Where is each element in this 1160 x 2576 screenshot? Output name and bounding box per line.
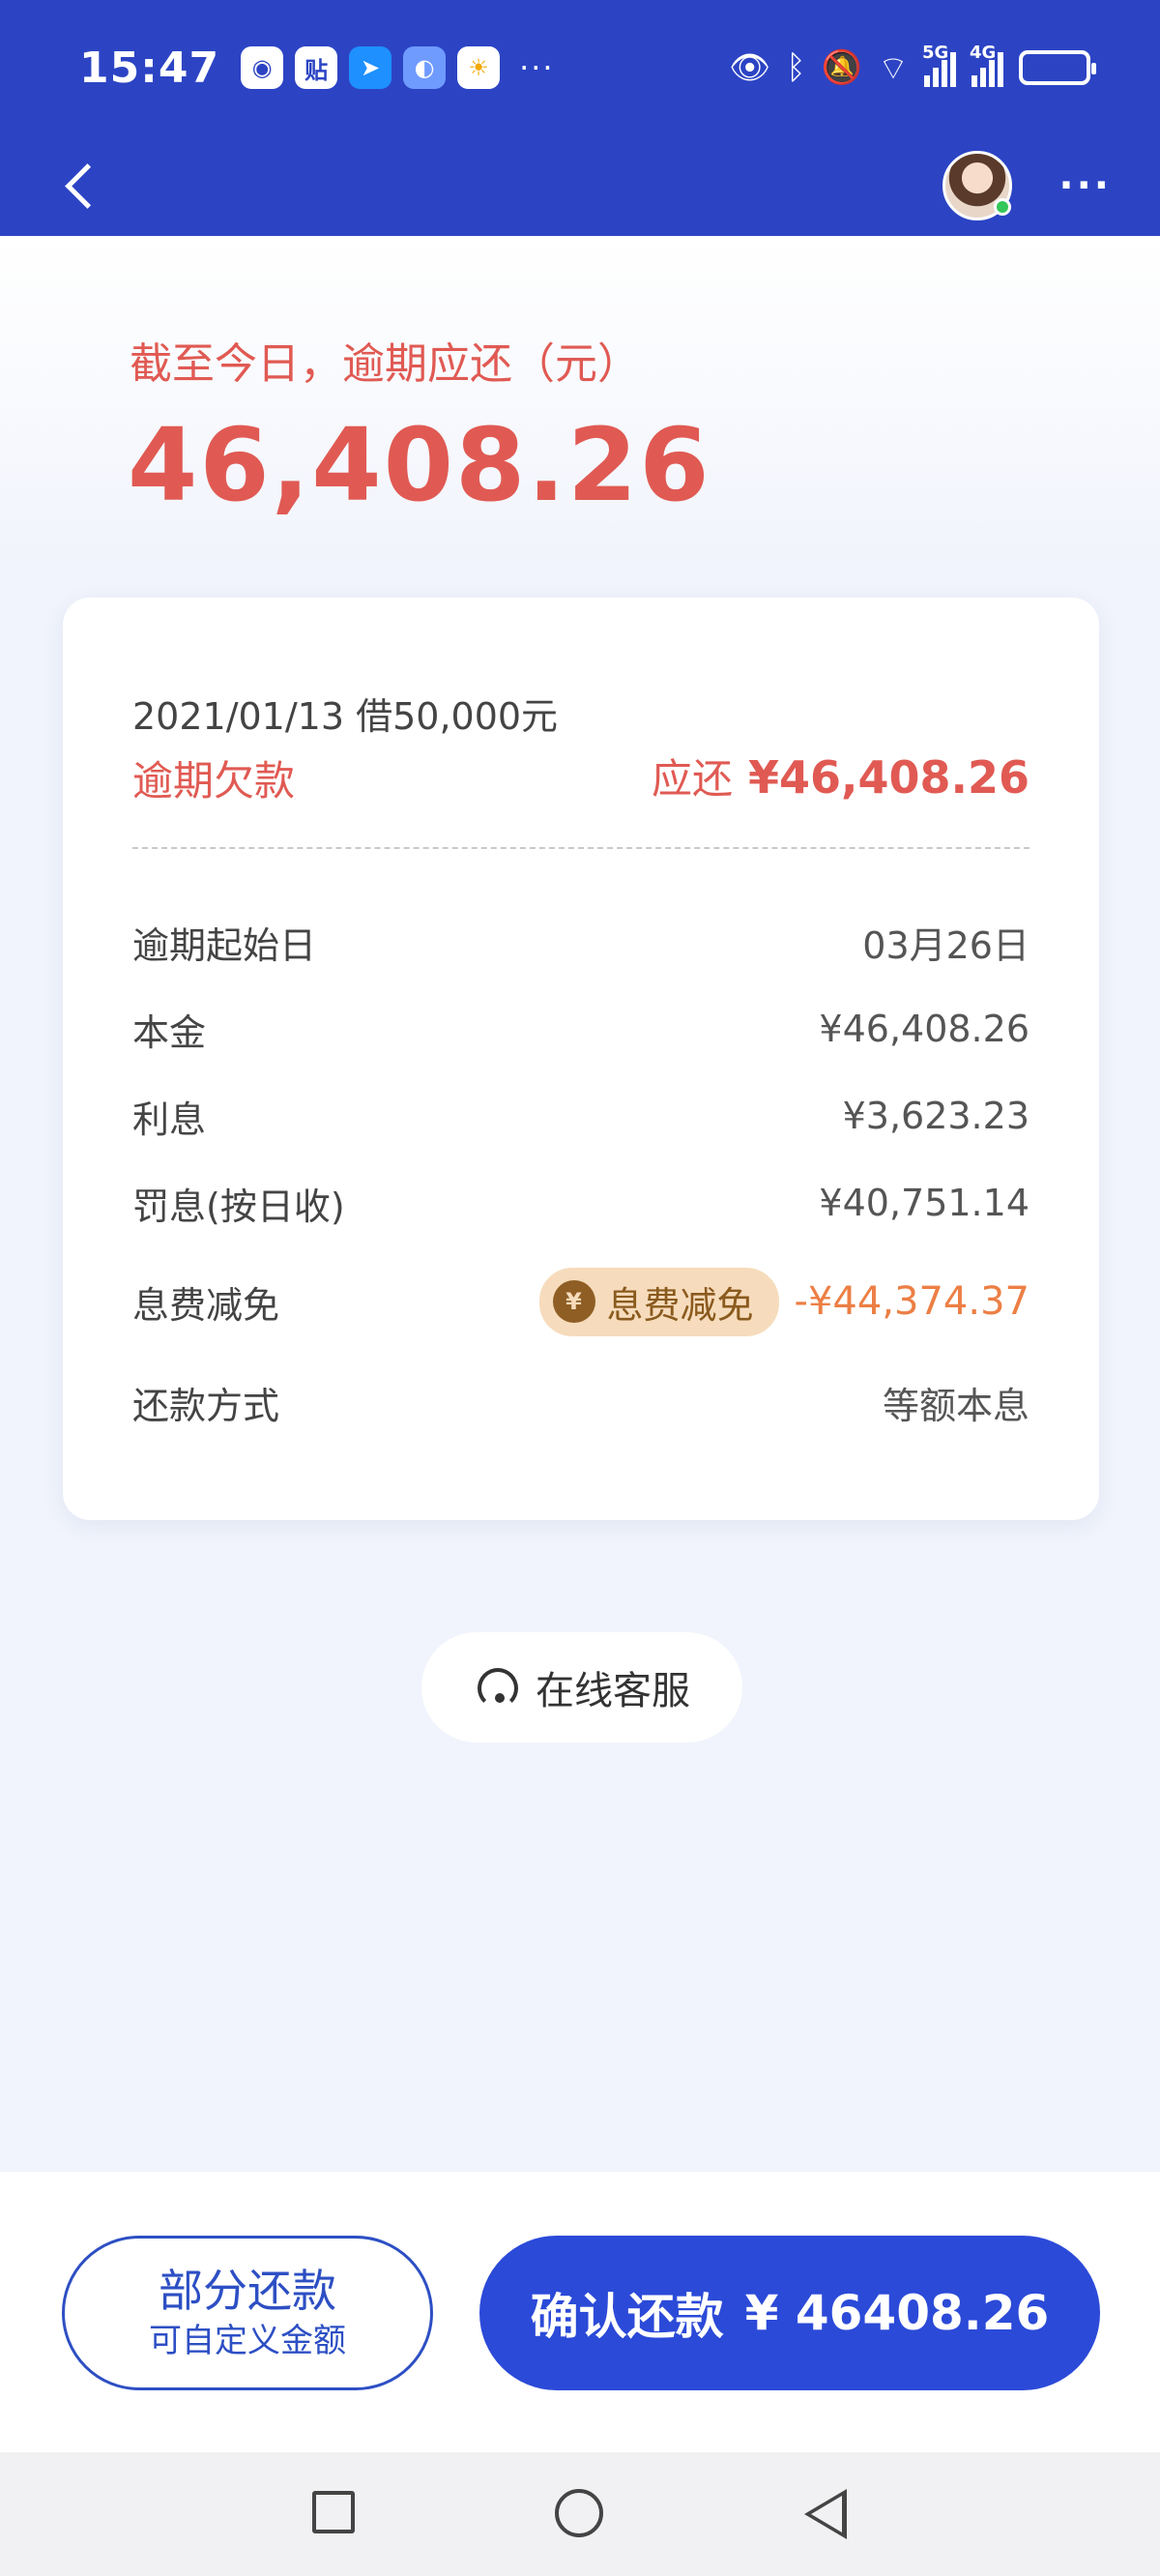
due-label: 应还 (651, 755, 733, 803)
partial-repay-subtitle: 可自定义金额 (149, 2322, 346, 2360)
detail-row-interest: 利息 ¥3,623.23 (132, 1087, 1030, 1145)
bluetooth-icon: ᛒ (786, 48, 806, 87)
feishu-icon: ➤ (349, 46, 392, 89)
detail-value: ¥46,408.26 (819, 1008, 1030, 1050)
notification-app-icons: ◉ 贴 ➤ ◐ ☀ ··· (241, 46, 555, 89)
avatar[interactable] (942, 151, 1013, 220)
detail-label: 利息 (132, 1098, 207, 1141)
confirm-repay-label: 确认还款 (530, 2289, 724, 2345)
confirm-repay-button[interactable]: 确认还款 ¥ 46408.26 (479, 2236, 1100, 2390)
headset-icon (474, 1664, 520, 1711)
battery-icon (1019, 50, 1096, 85)
detail-row-principal: 本金 ¥46,408.26 (132, 1000, 1030, 1058)
more-menu-button[interactable]: ··· (1058, 166, 1112, 205)
status-bar: 15:47 ◉ 贴 ➤ ◐ ☀ ··· 👁 ᛒ 🔕 ⌔ 5G 4G (0, 0, 1160, 135)
wifi-icon: ⌔ (878, 48, 909, 88)
loan-status-label: 逾期欠款 (132, 757, 296, 805)
signal-4g-icon: 4G (970, 43, 1003, 87)
eye-icon: 👁 (729, 48, 771, 87)
home-button[interactable] (555, 2489, 603, 2537)
recent-apps-button[interactable] (312, 2491, 355, 2533)
detail-row-discount: 息费减免 ¥ 息费减免 -¥44,374.37 (132, 1267, 1030, 1336)
due-amount: ¥46,408.26 (747, 751, 1030, 804)
back-button[interactable] (58, 159, 112, 213)
partial-repay-title: 部分还款 (159, 2265, 336, 2317)
detail-row-repay-method: 还款方式 等额本息 (132, 1373, 1030, 1431)
online-status-dot (994, 198, 1012, 216)
confirm-repay-amount: ¥ 46408.26 (744, 2285, 1050, 2341)
discount-coin-icon: ¥ (552, 1280, 595, 1323)
overdue-summary: 截至今日，逾期应还（元） 46,408.26 (0, 236, 1160, 565)
detail-value: ¥3,623.23 (842, 1095, 1030, 1137)
more-notifications-icon: ··· (519, 49, 555, 86)
detail-label: 本金 (132, 1010, 207, 1054)
overdue-summary-label: 截至今日，逾期应还（元） (130, 339, 640, 389)
detail-value: 03月26日 (862, 923, 1030, 967)
detail-label: 息费减免 (132, 1283, 280, 1327)
detail-value: ¥40,751.14 (819, 1182, 1030, 1224)
partial-repay-button[interactable]: 部分还款 可自定义金额 (62, 2236, 433, 2390)
tieba-icon: 贴 (295, 46, 338, 89)
signal-5g-icon: 5G (922, 43, 956, 87)
bottom-action-bar: 部分还款 可自定义金额 确认还款 ¥ 46408.26 (0, 2172, 1160, 2452)
detail-row-penalty: 罚息(按日收) ¥40,751.14 (132, 1174, 1030, 1232)
discount-value: -¥44,374.37 (794, 1279, 1030, 1324)
detail-label: 还款方式 (132, 1384, 280, 1427)
system-back-button[interactable] (804, 2489, 847, 2539)
weather-icon: ☀ (457, 46, 501, 89)
online-service-label: 在线客服 (536, 1669, 690, 1713)
online-service-button[interactable]: 在线客服 (421, 1632, 742, 1742)
nav-bar: ··· (0, 135, 1160, 236)
browser-icon: ◐ (403, 46, 447, 89)
app-icon-1: ◉ (241, 46, 284, 89)
detail-label: 逾期起始日 (132, 923, 317, 967)
overdue-summary-amount: 46,408.26 (128, 406, 711, 524)
loan-date-line: 2021/01/13 借50,000元 (132, 695, 559, 738)
detail-row-overdue-start: 逾期起始日 03月26日 (132, 913, 1030, 971)
status-time: 15:47 (79, 43, 220, 93)
app-header: 15:47 ◉ 贴 ➤ ◐ ☀ ··· 👁 ᛒ 🔕 ⌔ 5G 4G ··· (0, 0, 1160, 236)
loan-detail-card: 2021/01/13 借50,000元 逾期欠款 应还 ¥46,408.26 逾… (63, 598, 1099, 1520)
mute-bell-icon: 🔕 (821, 48, 863, 87)
detail-value: 等额本息 (882, 1384, 1030, 1427)
detail-label: 罚息(按日收) (132, 1185, 345, 1228)
divider (132, 847, 1030, 849)
due-amount-group: 应还 ¥46,408.26 (652, 746, 1030, 805)
discount-group: ¥ 息费减免 -¥44,374.37 (538, 1267, 1030, 1336)
discount-badge-label: 息费减免 (606, 1283, 754, 1327)
status-indicators: 👁 ᛒ 🔕 ⌔ 5G 4G (729, 43, 1096, 89)
discount-badge[interactable]: ¥ 息费减免 (538, 1267, 779, 1336)
system-nav-bar (0, 2452, 1160, 2576)
